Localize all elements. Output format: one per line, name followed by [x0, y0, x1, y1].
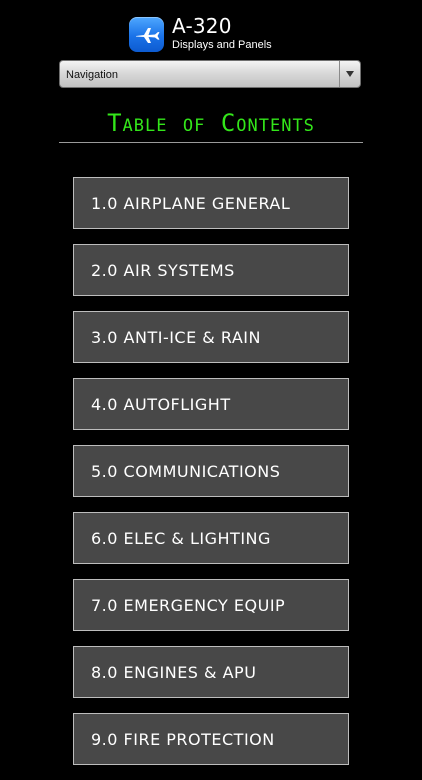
toc-list: 1.0 AIRPLANE GENERAL 2.0 AIR SYSTEMS 3.0…: [73, 177, 349, 780]
airplane-icon: [129, 17, 164, 52]
toc-item-label: 7.0 EMERGENCY EQUIP: [91, 596, 286, 615]
app-title: A-320: [172, 14, 232, 38]
toc-item-label: 6.0 ELEC & LIGHTING: [91, 529, 271, 548]
toc-item-autoflight[interactable]: 4.0 AUTOFLIGHT: [73, 378, 349, 430]
toc-item-anti-ice-rain[interactable]: 3.0 ANTI-ICE & RAIN: [73, 311, 349, 363]
toc-item-label: 8.0 ENGINES & APU: [91, 663, 257, 682]
navigation-select-button[interactable]: [339, 61, 360, 87]
toc-item-label: 4.0 AUTOFLIGHT: [91, 395, 231, 414]
app-subtitle: Displays and Panels: [172, 39, 272, 51]
toc-item-label: 1.0 AIRPLANE GENERAL: [91, 194, 291, 213]
toc-item-communications[interactable]: 5.0 COMMUNICATIONS: [73, 445, 349, 497]
toc-item-engines-apu[interactable]: 8.0 ENGINES & APU: [73, 646, 349, 698]
toc-item-label: 2.0 AIR SYSTEMS: [91, 261, 235, 280]
toc-item-label: 5.0 COMMUNICATIONS: [91, 462, 281, 481]
toc-item-emergency-equip[interactable]: 7.0 EMERGENCY EQUIP: [73, 579, 349, 631]
toc-item-elec-lighting[interactable]: 6.0 ELEC & LIGHTING: [73, 512, 349, 564]
toc-item-air-systems[interactable]: 2.0 AIR SYSTEMS: [73, 244, 349, 296]
toc-item-fire-protection[interactable]: 9.0 FIRE PROTECTION: [73, 713, 349, 765]
navigation-select[interactable]: Navigation: [59, 60, 361, 88]
app-header: A-320 Displays and Panels: [0, 14, 422, 54]
navigation-select-value: Navigation: [66, 69, 118, 81]
toc-divider: [59, 142, 363, 143]
chevron-down-icon: [346, 71, 354, 77]
toc-item-airplane-general[interactable]: 1.0 AIRPLANE GENERAL: [73, 177, 349, 229]
toc-item-label: 9.0 FIRE PROTECTION: [91, 730, 275, 749]
toc-title: Table of Contents: [107, 109, 315, 137]
toc-item-label: 3.0 ANTI-ICE & RAIN: [91, 328, 261, 347]
